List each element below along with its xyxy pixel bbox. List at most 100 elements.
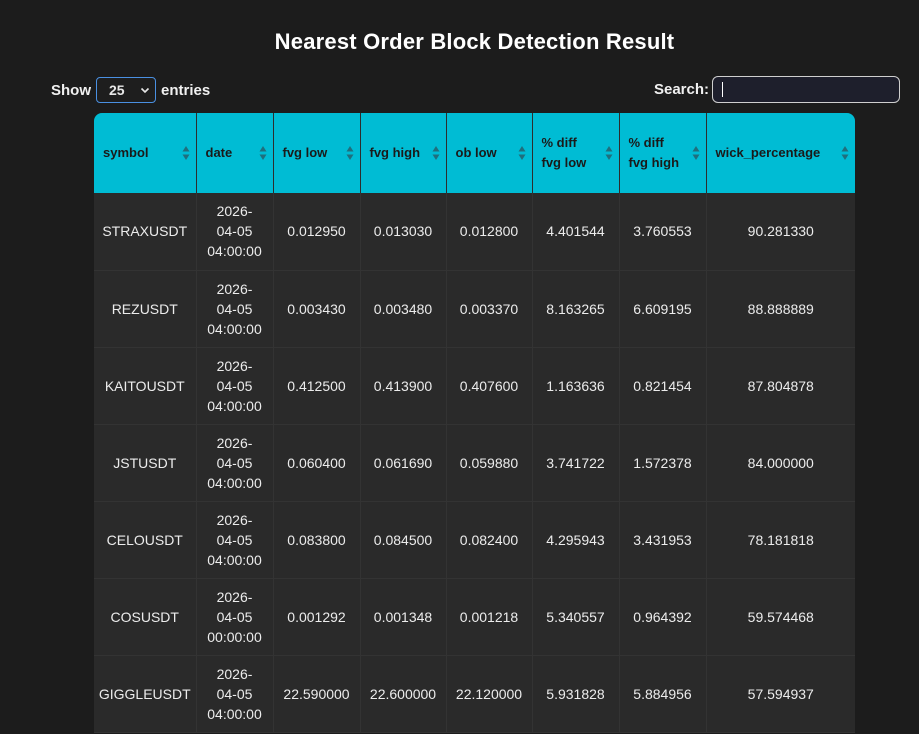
column-header[interactable]: ob low (446, 113, 533, 193)
table-cell: 22.120000 (446, 655, 533, 733)
results-table: symbol date fvg low fvg high ob low % diff fv… (94, 113, 855, 733)
table-cell: 0.012950 (273, 193, 361, 271)
column-header-label: date (205, 145, 233, 160)
table-cell: 3.431953 (619, 501, 707, 579)
table-cell: 2026- 04-05 00:00:00 (196, 578, 274, 656)
table-cell: 0.964392 (619, 578, 707, 656)
table-cell: 22.600000 (360, 655, 447, 733)
search-label: Search: (653, 81, 709, 98)
column-header-label: fvg low (282, 145, 328, 160)
column-header-label: fvg high (369, 145, 421, 160)
column-header-label: % diff fvg high (628, 135, 680, 170)
table-cell: 6.609195 (619, 270, 707, 348)
table-row: KAITOUSDT 2026- 04-05 04:00:00 0.412500 0.413… (94, 347, 855, 425)
table-row: COSUSDT 2026- 04-05 00:00:00 0.001292 0.00134… (94, 578, 855, 656)
text-caret (722, 82, 723, 97)
sort-both-icon (346, 146, 353, 160)
sort-both-icon (841, 146, 849, 160)
table-cell: 0.001348 (360, 578, 447, 656)
table-cell: COSUSDT (94, 578, 197, 656)
table-cell: 0.012800 (446, 193, 533, 271)
column-header[interactable]: fvg low (273, 113, 361, 193)
table-cell: 2026- 04-05 04:00:00 (196, 501, 274, 579)
column-header-label: symbol (103, 145, 149, 160)
table-cell: REZUSDT (94, 270, 197, 348)
table-cell: 0.001292 (273, 578, 361, 656)
table-cell: JSTUSDT (94, 424, 197, 502)
table-cell: 0.061690 (360, 424, 447, 502)
table-cell: 88.888889 (706, 270, 855, 348)
search-control: Search: (654, 76, 900, 103)
table-row: STRAXUSDT 2026- 04-05 04:00:00 0.012950 0.013… (94, 193, 855, 271)
table-cell: 5.340557 (532, 578, 620, 656)
table-cell: 57.594937 (706, 655, 855, 733)
page-title: Nearest Order Block Detection Result (274, 29, 675, 54)
chevron-down-icon (140, 87, 150, 94)
column-header[interactable]: fvg high (360, 113, 447, 193)
column-header-label: % diff fvg low (541, 135, 587, 170)
column-header-label: ob low (455, 145, 497, 160)
table-cell: STRAXUSDT (94, 193, 197, 271)
table-cell: CELOUSDT (94, 501, 197, 579)
entries-length-control: Show 25 entries (51, 77, 210, 103)
table-cell: 3.741722 (532, 424, 620, 502)
table-cell: 22.590000 (273, 655, 361, 733)
table-cell: 0.084500 (360, 501, 447, 579)
table-row: REZUSDT 2026- 04-05 04:00:00 0.003430 0.00348… (94, 270, 855, 348)
table-cell: 2026- 04-05 04:00:00 (196, 655, 274, 733)
table-cell: 0.003480 (360, 270, 447, 348)
table-cell: 4.295943 (532, 501, 620, 579)
table-cell: 0.821454 (619, 347, 707, 425)
table-cell: 0.003370 (446, 270, 533, 348)
sort-both-icon (605, 146, 612, 160)
results-table-container: symbol date fvg low fvg high ob low % diff fv… (94, 113, 855, 733)
sort-both-icon (182, 146, 189, 160)
table-cell: 5.931828 (532, 655, 620, 733)
sort-both-icon (518, 146, 525, 160)
table-cell: 2026- 04-05 04:00:00 (196, 193, 274, 271)
entries-label: entries (161, 81, 211, 99)
table-row: JSTUSDT 2026- 04-05 04:00:00 0.060400 0.06169… (94, 424, 855, 502)
table-body: STRAXUSDT 2026- 04-05 04:00:00 0.012950 0.013… (94, 193, 855, 733)
table-cell: 87.804878 (706, 347, 855, 425)
table-cell: KAITOUSDT (94, 347, 197, 425)
table-cell: 0.060400 (273, 424, 361, 502)
entries-per-page-select[interactable]: 25 (96, 77, 156, 103)
sort-both-icon (692, 146, 699, 160)
table-cell: 59.574468 (706, 578, 855, 656)
column-header[interactable]: symbol (94, 113, 197, 193)
table-cell: 4.401544 (532, 193, 620, 271)
table-cell: 2026- 04-05 04:00:00 (196, 424, 274, 502)
table-cell: 90.281330 (706, 193, 855, 271)
table-cell: 0.407600 (446, 347, 533, 425)
table-cell: 2026- 04-05 04:00:00 (196, 270, 274, 348)
table-cell: 0.413900 (360, 347, 447, 425)
table-cell: 0.003430 (273, 270, 361, 348)
search-input[interactable] (712, 76, 900, 103)
table-cell: 0.013030 (360, 193, 447, 271)
table-cell: 78.181818 (706, 501, 855, 579)
table-header-row: symbol date fvg low fvg high ob low % diff fv… (94, 113, 855, 193)
column-header[interactable]: % diff fvg high (619, 113, 707, 193)
show-label: Show (51, 81, 91, 99)
table-cell: 0.001218 (446, 578, 533, 656)
table-row: CELOUSDT 2026- 04-05 04:00:00 0.083800 0.0845… (94, 501, 855, 579)
table-cell: GIGGLEUSDT (94, 655, 197, 733)
table-cell: 2026- 04-05 04:00:00 (196, 347, 274, 425)
column-header[interactable]: % diff fvg low (532, 113, 620, 193)
column-header-label: wick_percentage (715, 145, 821, 160)
table-cell: 5.884956 (619, 655, 707, 733)
entries-per-page-value: 25 (109, 82, 125, 98)
table-cell: 0.082400 (446, 501, 533, 579)
sort-both-icon (432, 146, 439, 160)
table-cell: 0.059880 (446, 424, 533, 502)
table-cell: 8.163265 (532, 270, 620, 348)
table-cell: 1.163636 (532, 347, 620, 425)
column-header[interactable]: wick_percentage (706, 113, 855, 193)
table-row: GIGGLEUSDT 2026- 04-05 04:00:00 22.590000 22.… (94, 655, 855, 733)
table-cell: 0.412500 (273, 347, 361, 425)
column-header[interactable]: date (196, 113, 274, 193)
table-cell: 1.572378 (619, 424, 707, 502)
table-cell: 0.083800 (273, 501, 361, 579)
table-cell: 84.000000 (706, 424, 855, 502)
